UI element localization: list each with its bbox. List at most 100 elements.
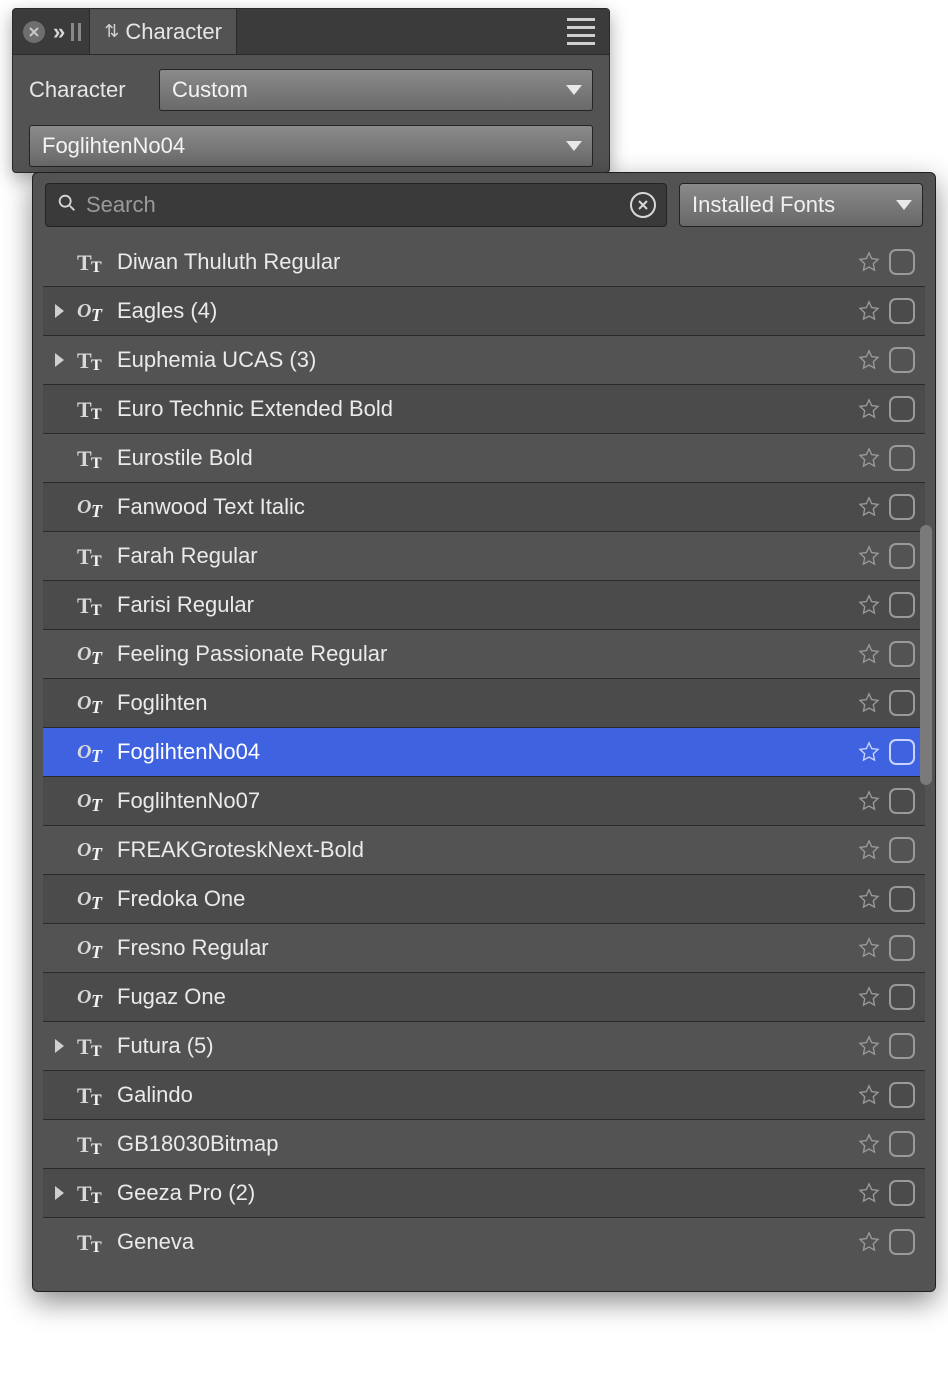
font-checkbox[interactable] [889,886,915,912]
font-checkbox[interactable] [889,984,915,1010]
favorite-star-button[interactable] [853,447,885,469]
favorite-star-button[interactable] [853,1231,885,1253]
panel-menu-button[interactable] [553,13,609,50]
favorite-star-button[interactable] [853,1182,885,1204]
search-input[interactable]: Search [45,183,667,227]
disclosure-triangle-icon[interactable] [43,1039,75,1053]
disclosure-triangle-icon[interactable] [43,1186,75,1200]
font-item[interactable]: OTFredoka One [43,874,925,923]
tab-character[interactable]: ⇅ Character [89,9,237,54]
font-checkbox[interactable] [889,249,915,275]
font-item[interactable]: TTEuro Technic Extended Bold [43,384,925,433]
favorite-star-button[interactable] [853,594,885,616]
font-checkbox[interactable] [889,592,915,618]
favorite-star-button[interactable] [853,839,885,861]
svg-text:T: T [91,991,103,1009]
svg-text:T: T [77,1034,92,1058]
font-item[interactable]: OTFREAKGroteskNext-Bold [43,825,925,874]
font-name: Feeling Passionate Regular [113,641,853,667]
font-item[interactable]: OTEagles (4) [43,286,925,335]
scrollbar[interactable] [919,245,933,1283]
favorite-star-button[interactable] [853,692,885,714]
favorite-star-button[interactable] [853,1133,885,1155]
favorite-star-button[interactable] [853,986,885,1008]
font-checkbox[interactable] [889,788,915,814]
font-item[interactable]: TTGalindo [43,1070,925,1119]
font-checkbox[interactable] [889,935,915,961]
font-item[interactable]: TTDiwan Thuluth Regular [43,237,925,286]
font-checkbox[interactable] [889,1180,915,1206]
font-item[interactable]: OTFugaz One [43,972,925,1021]
svg-text:T: T [91,501,103,519]
font-filter-select[interactable]: Installed Fonts [679,183,923,227]
font-checkbox[interactable] [889,445,915,471]
font-checkbox[interactable] [889,739,915,765]
font-item[interactable]: OTFoglihtenNo07 [43,776,925,825]
favorite-star-button[interactable] [853,300,885,322]
expand-icon[interactable]: » [51,19,63,45]
font-name: GB18030Bitmap [113,1131,853,1157]
favorite-star-button[interactable] [853,790,885,812]
clear-search-button[interactable] [630,192,656,218]
svg-text:O: O [77,496,91,518]
opentype-icon: OT [75,299,113,323]
font-checkbox[interactable] [889,543,915,569]
font-checkbox[interactable] [889,837,915,863]
disclosure-triangle-icon[interactable] [43,304,75,318]
font-item[interactable]: OTFeeling Passionate Regular [43,629,925,678]
font-checkbox[interactable] [889,396,915,422]
font-checkbox[interactable] [889,347,915,373]
font-item[interactable]: OTFoglihtenNo04 [43,727,925,776]
favorite-star-button[interactable] [853,888,885,910]
font-item[interactable]: TTFutura (5) [43,1021,925,1070]
svg-text:T: T [91,1141,102,1156]
font-item[interactable]: OTFresno Regular [43,923,925,972]
favorite-star-button[interactable] [853,251,885,273]
truetype-icon: TT [75,1083,113,1107]
font-checkbox[interactable] [889,641,915,667]
font-name: Euphemia UCAS (3) [113,347,853,373]
chevron-down-icon [566,85,582,95]
font-family-select[interactable]: FoglihtenNo04 [29,125,593,167]
svg-text:T: T [77,446,92,470]
search-placeholder: Search [86,192,622,218]
font-item[interactable]: TTEuphemia UCAS (3) [43,335,925,384]
favorite-star-button[interactable] [853,496,885,518]
font-checkbox[interactable] [889,298,915,324]
font-item[interactable]: TTFarisi Regular [43,580,925,629]
favorite-star-button[interactable] [853,349,885,371]
favorite-star-button[interactable] [853,1035,885,1057]
favorite-star-button[interactable] [853,398,885,420]
font-item[interactable]: TTEurostile Bold [43,433,925,482]
scrollbar-thumb[interactable] [920,525,932,785]
svg-text:T: T [77,1230,92,1254]
opentype-icon: OT [75,985,113,1009]
truetype-icon: TT [75,1181,113,1205]
font-item[interactable]: TTFarah Regular [43,531,925,580]
font-checkbox[interactable] [889,1033,915,1059]
font-name: Farah Regular [113,543,853,569]
drag-handle-icon[interactable] [69,23,83,41]
disclosure-triangle-icon[interactable] [43,353,75,367]
character-preset-select[interactable]: Custom [159,69,593,111]
font-item[interactable]: TTGeneva [43,1217,925,1266]
font-checkbox[interactable] [889,1082,915,1108]
favorite-star-button[interactable] [853,1084,885,1106]
favorite-star-button[interactable] [853,643,885,665]
font-checkbox[interactable] [889,1131,915,1157]
character-preset-row: Character Custom [29,69,593,111]
font-item[interactable]: OTFanwood Text Italic [43,482,925,531]
font-checkbox[interactable] [889,690,915,716]
font-item[interactable]: OTFoglihten [43,678,925,727]
font-item[interactable]: TTGB18030Bitmap [43,1119,925,1168]
favorite-star-button[interactable] [853,741,885,763]
svg-text:T: T [77,348,92,372]
font-list[interactable]: TTDiwan Thuluth RegularOTEagles (4)TTEup… [43,237,925,1281]
truetype-icon: TT [75,348,113,372]
font-item[interactable]: TTGeeza Pro (2) [43,1168,925,1217]
close-button[interactable] [23,21,45,43]
favorite-star-button[interactable] [853,545,885,567]
favorite-star-button[interactable] [853,937,885,959]
font-checkbox[interactable] [889,1229,915,1255]
font-checkbox[interactable] [889,494,915,520]
